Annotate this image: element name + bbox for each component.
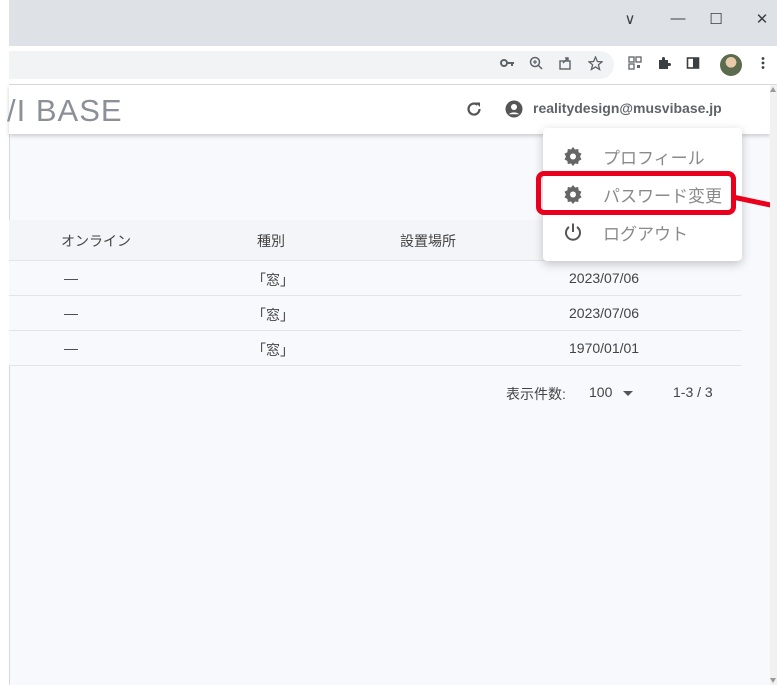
refresh-icon[interactable] <box>465 100 483 123</box>
cell-date: 2023/07/06 <box>569 305 640 321</box>
cell-type: 「窓」 <box>252 307 294 323</box>
cell-type: 「窓」 <box>252 342 294 358</box>
key-icon[interactable] <box>498 56 516 70</box>
column-header-type[interactable]: 種別 <box>257 231 285 251</box>
minimize-button[interactable]: — <box>668 10 688 27</box>
cell-date: 2023/07/06 <box>569 270 640 286</box>
scroll-up-arrow-icon[interactable] <box>770 87 776 92</box>
browser-toolbar <box>9 46 777 85</box>
rows-per-page-label: 表示件数: <box>506 386 566 402</box>
scroll-down-arrow-icon[interactable] <box>770 678 776 683</box>
side-panel-icon[interactable] <box>684 56 702 70</box>
cell-type: 「窓」 <box>252 272 294 288</box>
power-icon <box>563 222 583 247</box>
caret-down-icon[interactable] <box>623 391 633 396</box>
menu-item-logout[interactable]: ログアウト <box>543 212 742 250</box>
browser-titlebar: ∨ — ☐ ✕ <box>9 0 777 46</box>
maximize-button[interactable]: ☐ <box>706 10 726 28</box>
column-header-online[interactable]: オンライン <box>61 231 131 251</box>
table-row[interactable]: — 「窓」 1970/01/01 <box>9 331 741 366</box>
close-button[interactable]: ✕ <box>752 10 772 28</box>
address-bar[interactable] <box>9 51 614 79</box>
extensions-puzzle-icon[interactable] <box>655 56 673 70</box>
annotation-highlight-box <box>536 171 736 215</box>
table-row[interactable]: — 「窓」 2023/07/06 <box>9 261 741 296</box>
more-menu-icon[interactable] <box>754 56 772 70</box>
app-header: /I BASE realitydesign@musvibase.jp <box>7 85 770 134</box>
table-pagination: 表示件数: 100 1-3 / 3 <box>9 378 741 408</box>
table-row[interactable]: — 「窓」 2023/07/06 <box>9 296 741 331</box>
zoom-icon[interactable] <box>527 56 545 70</box>
share-icon[interactable] <box>556 56 574 70</box>
user-email[interactable]: realitydesign@musvibase.jp <box>533 100 722 116</box>
cell-online: — <box>64 340 78 356</box>
profile-avatar[interactable] <box>720 54 742 76</box>
menu-item-profile[interactable]: プロフィール <box>543 136 742 174</box>
gear-icon <box>563 146 583 171</box>
account-circle-icon[interactable] <box>505 100 523 123</box>
cell-date: 1970/01/01 <box>569 340 640 356</box>
cell-online: — <box>64 270 78 286</box>
app-logo[interactable]: /I BASE <box>7 93 123 129</box>
qr-code-icon[interactable] <box>626 56 644 70</box>
menu-item-label: プロフィール <box>603 149 705 168</box>
cell-online: — <box>64 305 78 321</box>
menu-item-label: ログアウト <box>603 225 688 244</box>
rows-per-page-select[interactable]: 100 <box>589 384 612 400</box>
column-header-location[interactable]: 設置場所 <box>400 231 456 251</box>
bookmark-star-icon[interactable] <box>586 56 604 71</box>
page-scrollbar[interactable] <box>770 85 777 685</box>
page-range: 1-3 / 3 <box>673 384 713 400</box>
tab-search-chevron-icon[interactable]: ∨ <box>620 10 640 28</box>
